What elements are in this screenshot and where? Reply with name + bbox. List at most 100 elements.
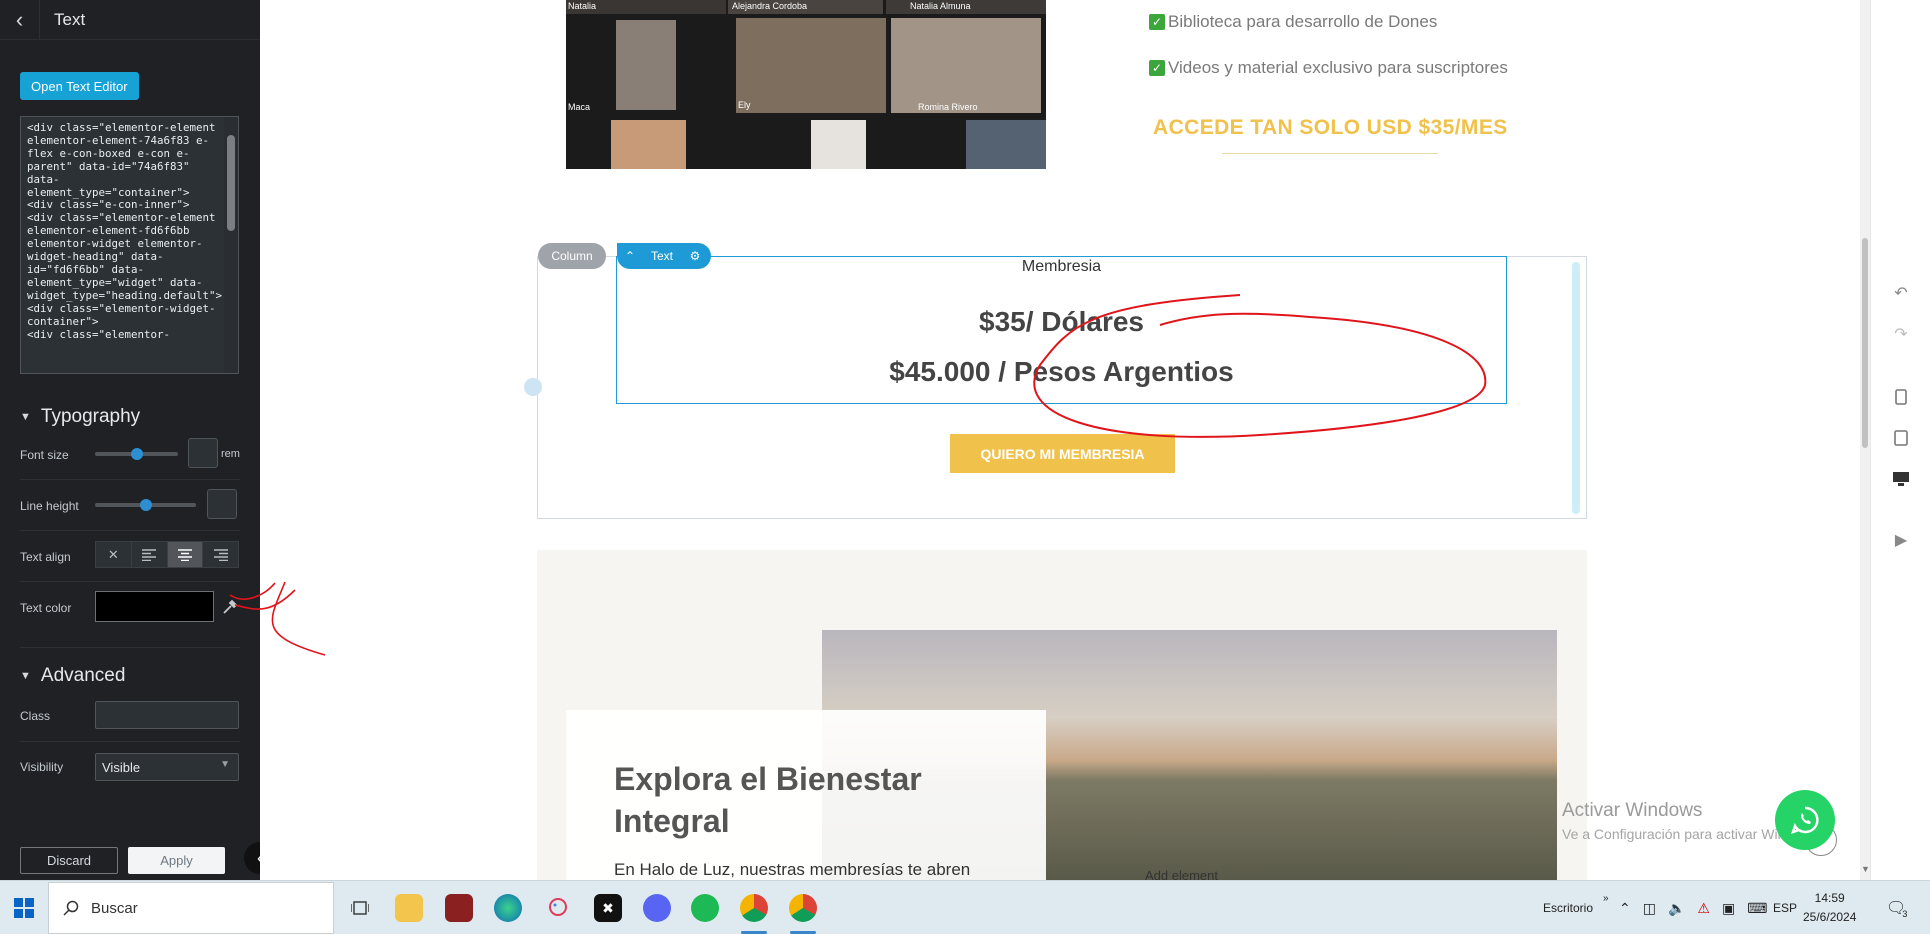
- language-indicator[interactable]: ESP: [1773, 881, 1797, 935]
- chevron-up-icon[interactable]: ⌃: [1619, 900, 1631, 917]
- elementor-panel: ‹ Text Open Text Editor <div class="elem…: [0, 0, 260, 880]
- scroll-down-arrow-icon[interactable]: ▼: [1861, 864, 1870, 874]
- apply-button[interactable]: Apply: [128, 847, 225, 874]
- right-toolbar: ↶ ↷ ▶: [1870, 0, 1930, 880]
- text-align-label: Text align: [20, 550, 71, 564]
- volume-icon[interactable]: 🔈: [1668, 900, 1685, 917]
- mobile-view-icon[interactable]: [1891, 387, 1911, 407]
- benefit-text: Biblioteca para desarrollo de Dones: [1168, 12, 1438, 31]
- font-size-label: Font size: [20, 448, 69, 462]
- whatsapp-button[interactable]: [1775, 790, 1835, 850]
- add-element-label[interactable]: Add element: [1145, 868, 1218, 880]
- participant-name: Maca: [568, 102, 591, 112]
- system-tray: ⌃ ◫ 🔈 ⚠ ▣ ⌨: [1619, 881, 1767, 935]
- search-placeholder: Buscar: [91, 899, 138, 917]
- column-resize-handle[interactable]: [1572, 262, 1580, 514]
- desktop-toolbar[interactable]: Escritorio »: [1543, 881, 1609, 935]
- file-explorer-icon[interactable]: [395, 894, 423, 922]
- video-tile: [811, 120, 866, 169]
- whatsapp-icon: [1791, 806, 1819, 834]
- divider: [20, 581, 240, 582]
- text-color-picker[interactable]: [95, 591, 214, 622]
- keyboard-icon[interactable]: ⌨: [1747, 900, 1767, 917]
- chevron-left-icon: ‹: [15, 6, 24, 32]
- participant-name: Ely: [738, 100, 751, 110]
- font-size-input[interactable]: [188, 438, 218, 468]
- taskbar-search[interactable]: Buscar: [48, 882, 334, 934]
- desktop-label: Escritorio: [1543, 901, 1594, 915]
- paint-icon[interactable]: [544, 894, 572, 922]
- video-tile: [616, 20, 676, 110]
- typography-section-toggle[interactable]: ▼ Typography: [20, 406, 140, 428]
- align-left-button[interactable]: [131, 542, 168, 567]
- time: 14:59: [1814, 891, 1845, 905]
- battery-icon[interactable]: ◫: [1643, 900, 1656, 917]
- network-icon[interactable]: ▣: [1722, 900, 1735, 917]
- video-tile: [891, 18, 1041, 113]
- accede-heading[interactable]: ACCEDE TAN SOLO USD $35/MES: [1153, 116, 1508, 140]
- undo-icon[interactable]: ↶: [1891, 283, 1911, 303]
- advanced-title: Advanced: [40, 665, 126, 686]
- open-text-editor-button[interactable]: Open Text Editor: [20, 72, 139, 100]
- notifications-icon[interactable]: 🗨 3: [1886, 881, 1907, 935]
- align-center-icon: [177, 548, 192, 561]
- chrome-icon[interactable]: [740, 894, 768, 922]
- advanced-section-toggle[interactable]: ▼ Advanced: [20, 665, 125, 687]
- preview-play-icon[interactable]: ▶: [1891, 530, 1911, 550]
- align-left-icon: [142, 548, 157, 561]
- text-color-label: Text color: [20, 601, 72, 615]
- font-size-slider[interactable]: [95, 448, 178, 460]
- redo-icon[interactable]: ↷: [1891, 324, 1911, 344]
- align-none-button[interactable]: ✕: [96, 542, 132, 567]
- typography-title: Typography: [40, 406, 141, 427]
- back-button[interactable]: ‹: [0, 0, 40, 40]
- visibility-label: Visibility: [20, 760, 64, 774]
- zoom-video-image: Natalia Alejandra Cordoba Natalia Almuna…: [566, 0, 1046, 169]
- code-scrollbar[interactable]: [224, 117, 238, 373]
- class-input[interactable]: [95, 701, 239, 729]
- visibility-select[interactable]: Visible ▼: [95, 753, 239, 781]
- chrome-profile-icon[interactable]: [789, 894, 817, 922]
- card-title: Explora el Bienestar Integral: [614, 761, 922, 839]
- membresia-heading: Membresia: [1021, 258, 1102, 275]
- benefit-item: ✓ Videos y material exclusivo para suscr…: [1149, 58, 1508, 78]
- line-height-input[interactable]: [207, 489, 237, 519]
- security-icon[interactable]: ⚠: [1697, 900, 1710, 917]
- class-label: Class: [20, 709, 51, 723]
- add-column-handle[interactable]: [524, 378, 542, 396]
- desktop-view-icon[interactable]: [1891, 469, 1911, 489]
- code-scroll-thumb[interactable]: [227, 135, 235, 231]
- capcut-icon[interactable]: ✖: [594, 894, 622, 922]
- tablet-view-icon[interactable]: [1891, 428, 1911, 448]
- discard-button[interactable]: Discard: [20, 847, 118, 874]
- winrar-icon[interactable]: [445, 894, 473, 922]
- align-right-button[interactable]: [203, 542, 238, 567]
- canvas-scrollbar[interactable]: [1860, 0, 1870, 880]
- html-code-content: <div class="elementor-element elementor-…: [27, 121, 223, 341]
- participant-name: Alejandra Cordoba: [732, 1, 808, 11]
- spotify-icon[interactable]: [691, 894, 719, 922]
- participant-name: Natalia: [568, 1, 597, 11]
- html-code-textarea[interactable]: <div class="elementor-element elementor-…: [20, 116, 239, 374]
- caret-down-icon: ▼: [20, 411, 31, 423]
- discord-icon[interactable]: [643, 894, 671, 922]
- line-height-slider[interactable]: [95, 499, 196, 511]
- task-view-icon[interactable]: [346, 894, 374, 922]
- windows-start-icon[interactable]: [14, 898, 34, 918]
- font-size-unit[interactable]: rem: [221, 448, 240, 460]
- divider: [20, 479, 240, 480]
- clock[interactable]: 14:59 25/6/2024: [1803, 889, 1856, 927]
- panel-title: Text: [54, 9, 86, 29]
- divider: [20, 741, 240, 742]
- windows-taskbar: Buscar ✖ Escritorio » ⌃ ◫ 🔈 ⚠ ▣ ⌨ ESP 14…: [0, 880, 1930, 934]
- canvas-scroll-thumb[interactable]: [1862, 238, 1868, 448]
- align-center-button[interactable]: [167, 542, 204, 567]
- column-handle[interactable]: Column: [538, 243, 606, 269]
- line-height-slider-handle[interactable]: [140, 499, 152, 511]
- font-size-slider-handle[interactable]: [131, 448, 143, 460]
- participant-name: Natalia Almuna: [910, 1, 971, 11]
- edge-icon[interactable]: [494, 894, 522, 922]
- annotation-circle: [1033, 294, 1487, 438]
- bienestar-card: Explora el Bienestar Integral En Halo de…: [566, 710, 1046, 880]
- windows-watermark-title: Activar Windows: [1562, 800, 1703, 821]
